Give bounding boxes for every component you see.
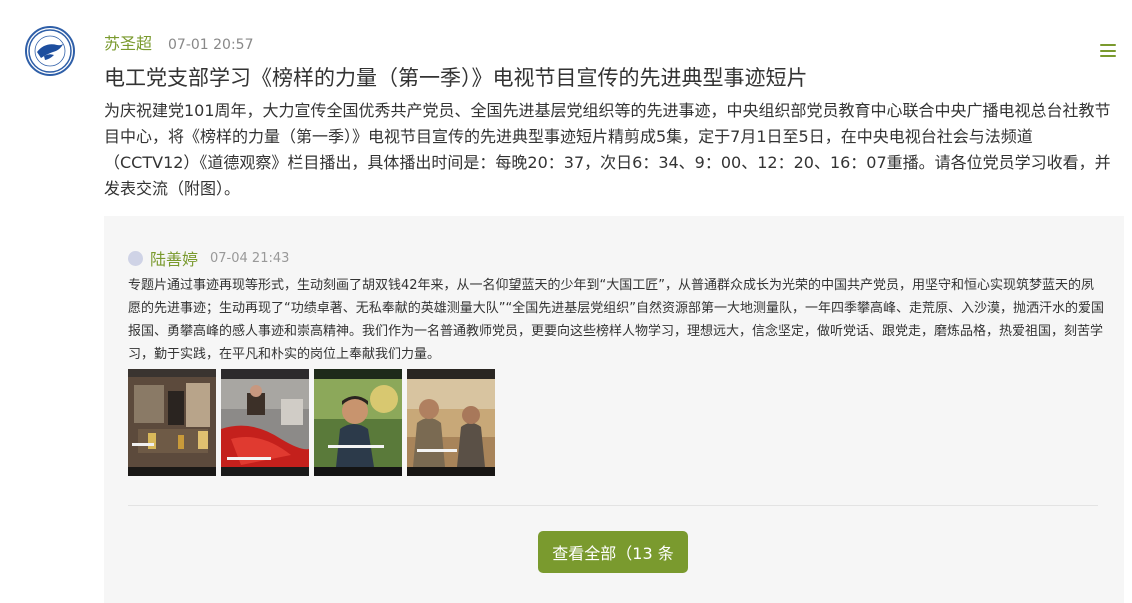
comment-avatar bbox=[128, 250, 143, 266]
divider bbox=[128, 505, 1098, 506]
tv-photo-3[interactable] bbox=[314, 369, 402, 476]
comment-author[interactable]: 陆善婷 bbox=[150, 246, 198, 270]
comment-text: 专题片通过事迹再现等形式，生动刻画了胡双钱42年来，从一名仰望蓝天的少年到“大国… bbox=[128, 278, 1104, 362]
comment-item: 陆善婷 07-04 21:43 专题片通过事迹再现等形式，生动刻画了胡双钱42年… bbox=[128, 246, 1104, 366]
view-all-button[interactable]: 查看全部（13 条 bbox=[538, 531, 688, 573]
post-author[interactable]: 苏圣超 bbox=[104, 30, 152, 54]
post-time: 07-01 20:57 bbox=[168, 37, 254, 53]
tv-photo-1[interactable] bbox=[128, 369, 216, 476]
post: 苏圣超 07-01 20:57 电工党支部学习《榜样的力量（第一季）》电视节目宣… bbox=[104, 30, 1116, 202]
comment-photos bbox=[128, 369, 495, 476]
comments-panel: 陆善婷 07-04 21:43 专题片通过事迹再现等形式，生动刻画了胡双钱42年… bbox=[104, 216, 1124, 603]
school-logo-icon[interactable] bbox=[25, 26, 75, 76]
comment-time: 07-04 21:43 bbox=[210, 250, 290, 266]
post-body: 为庆祝建党101周年，大力宣传全国优秀共产党员、全国先进基层党组织等的先进事迹，… bbox=[104, 101, 1111, 198]
post-title[interactable]: 电工党支部学习《榜样的力量（第一季）》电视节目宣传的先进典型事迹短片 bbox=[104, 63, 1116, 93]
comment-meta: 陆善婷 07-04 21:43 bbox=[128, 246, 1104, 270]
tv-photo-2[interactable] bbox=[221, 369, 309, 476]
tv-photo-4[interactable] bbox=[407, 369, 495, 476]
post-meta: 苏圣超 07-01 20:57 bbox=[104, 30, 1116, 56]
